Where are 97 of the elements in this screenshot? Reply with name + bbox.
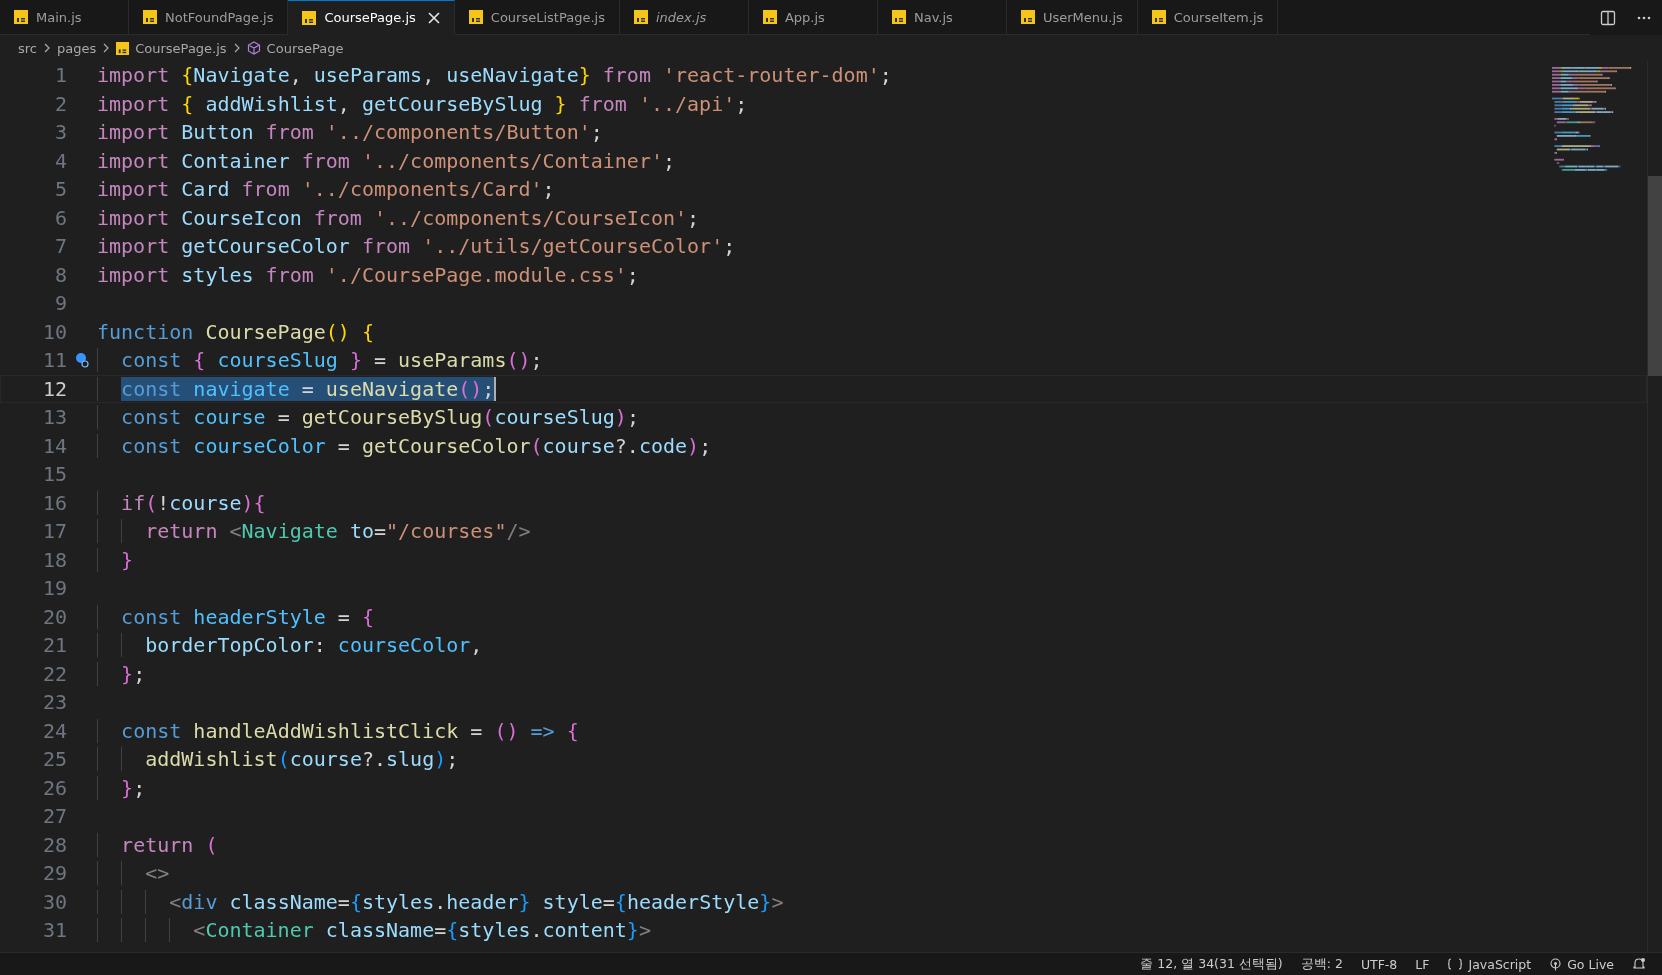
code-line: const headerStyle = {	[97, 603, 374, 630]
editor-tab[interactable]: UserMenu.js	[1006, 0, 1138, 35]
breadcrumb-item[interactable]: CoursePage	[246, 40, 344, 56]
line-number: 25	[41, 747, 67, 772]
breadcrumb-item[interactable]: src	[18, 40, 37, 56]
editor-tab[interactable]: CoursePage.js	[288, 0, 455, 35]
line-number: 1	[53, 63, 67, 88]
line-number: 10	[41, 319, 67, 344]
line-number: 19	[41, 576, 67, 601]
js-file-icon	[633, 10, 648, 24]
line-number: 5	[53, 177, 67, 202]
editor-tab[interactable]: Main.js	[0, 0, 129, 35]
line-number: 20	[41, 604, 67, 629]
chevron-icon	[232, 43, 241, 53]
js-file-icon	[143, 10, 157, 24]
line-number: 3	[53, 120, 67, 145]
editor-tab[interactable]: Nav.js	[877, 0, 1007, 35]
split-editor-icon[interactable]	[1600, 9, 1616, 26]
cube-icon	[246, 41, 261, 55]
js-file-icon	[14, 10, 28, 24]
js-file-icon	[891, 10, 906, 24]
code-line: const course = getCourseBySlug(courseSlug);	[97, 404, 639, 431]
line-number: 21	[41, 633, 67, 658]
code-line: return <Navigate to="/courses"/>	[97, 518, 531, 545]
line-number: 8	[53, 262, 67, 287]
code-line: const handleAddWishlistClick = () => {	[97, 717, 579, 744]
chevron-icon	[43, 43, 51, 53]
close-icon[interactable]	[427, 11, 440, 24]
editor-tab[interactable]: CourseListPage.js	[454, 0, 620, 35]
code-line: import getCourseColor from '../utils/getCourseColor';	[97, 233, 736, 260]
line-number: 6	[53, 205, 67, 230]
code-line: import Container from '../components/Container';	[97, 147, 675, 174]
line-number: 11	[41, 348, 67, 373]
line-number: 18	[41, 547, 67, 572]
line-number: 9	[53, 291, 67, 316]
js-file-icon	[468, 10, 483, 24]
line-number: 4	[53, 148, 67, 173]
line-number: 12	[41, 376, 67, 401]
line-number: 31	[41, 918, 67, 943]
line-number: 27	[41, 804, 67, 829]
js-file-icon	[762, 10, 777, 24]
line-number: 29	[41, 861, 67, 886]
line-number: 23	[41, 690, 67, 715]
status-item[interactable]: Go Live	[1549, 956, 1614, 972]
code-line: import {Navigate, useParams, useNavigate} from 'react-router-dom';	[97, 62, 892, 89]
code-line: return (	[97, 831, 218, 858]
code-line: import Button from '../components/Button';	[97, 119, 603, 146]
line-number: 13	[41, 405, 67, 430]
broadcast-icon	[1549, 957, 1563, 971]
line-number: 24	[41, 718, 67, 743]
code-line: }	[97, 546, 134, 573]
js-file-icon	[116, 41, 130, 55]
editor-tab[interactable]: index.js	[619, 0, 749, 35]
code-line: const navigate = useNavigate();	[97, 375, 495, 402]
code-line: function CoursePage() {	[97, 318, 374, 345]
code-line: <Container className={styles.content}>	[97, 917, 651, 944]
status-item[interactable]: 줄 12, 열 34(31 선택됨)	[1140, 955, 1283, 973]
js-file-icon	[302, 10, 317, 25]
braces-icon	[1447, 958, 1464, 970]
code-line: import { addWishlist, getCourseBySlug } from '../api';	[97, 90, 748, 117]
scrollbar-thumb[interactable]	[1648, 176, 1662, 376]
js-file-icon	[1020, 10, 1035, 24]
status-item[interactable]: 공백: 2	[1300, 955, 1343, 973]
lightbulb-icon[interactable]	[75, 352, 89, 369]
line-number: 14	[41, 433, 67, 458]
code-line: addWishlist(course?.slug);	[97, 746, 459, 773]
line-number: 30	[41, 889, 67, 914]
code-line: borderTopColor: courseColor,	[97, 632, 483, 659]
breadcrumb-item[interactable]: pages	[57, 40, 97, 56]
line-number: 16	[41, 490, 67, 515]
code-line: import styles from './CoursePage.module.css';	[97, 261, 639, 288]
editor-tab[interactable]: CourseItem.js	[1137, 0, 1279, 35]
js-file-icon	[1151, 10, 1166, 24]
code-line: const { courseSlug } = useParams();	[97, 347, 543, 374]
line-number: 26	[41, 775, 67, 800]
code-line: };	[97, 660, 146, 687]
code-line: const courseColor = getCourseColor(course?.code);	[97, 432, 712, 459]
line-number: 28	[41, 832, 67, 857]
line-number: 2	[53, 91, 67, 116]
code-line: import Card from '../components/Card';	[97, 176, 555, 203]
line-number: 17	[41, 519, 67, 544]
code-line: <div className={styles.header} style={headerStyle}>	[97, 888, 784, 915]
editor-tab[interactable]: NotFoundPage.js	[129, 0, 289, 35]
line-number: 7	[53, 234, 67, 259]
line-number: 22	[41, 661, 67, 686]
breadcrumb-item[interactable]: CoursePage.js	[116, 40, 227, 56]
bell-icon[interactable]	[1632, 957, 1646, 971]
status-item[interactable]: JavaScript	[1447, 956, 1532, 972]
code-line: };	[97, 774, 146, 801]
code-line: import CourseIcon from '../components/CourseIcon';	[97, 204, 700, 231]
editor-tab[interactable]: App.js	[748, 0, 878, 35]
code-line: <>	[97, 860, 170, 887]
line-number: 15	[41, 462, 67, 487]
chevron-icon	[102, 43, 111, 53]
status-item[interactable]: UTF-8	[1360, 956, 1398, 972]
status-item[interactable]: LF	[1415, 956, 1430, 972]
code-line: if(!course){	[97, 489, 266, 516]
